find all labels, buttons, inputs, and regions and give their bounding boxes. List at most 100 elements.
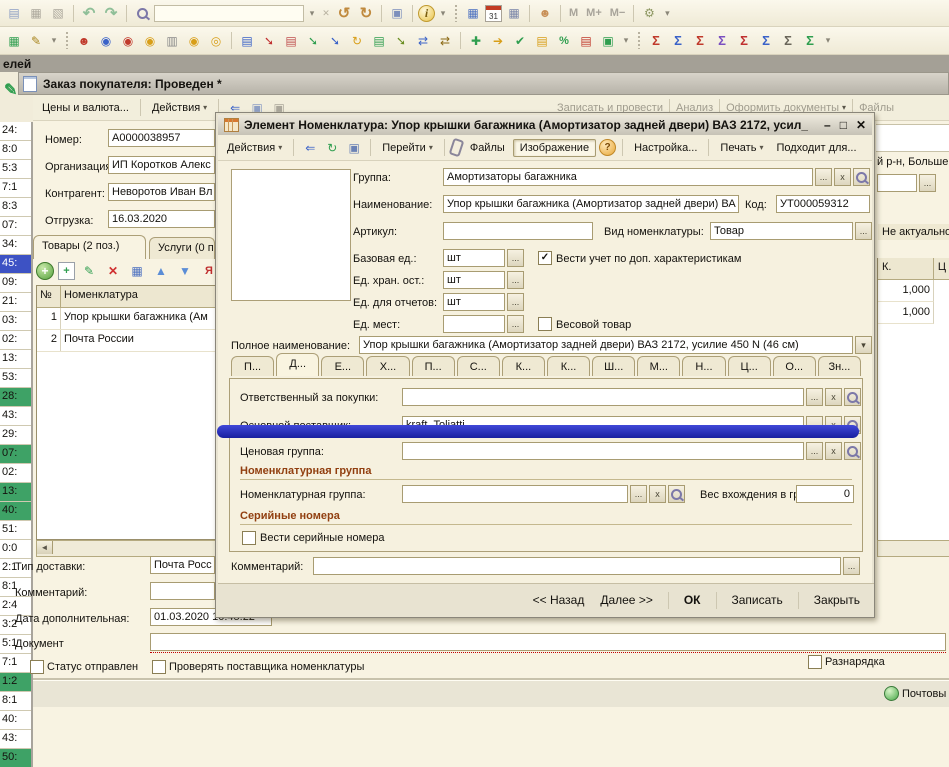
list-item[interactable]: 40: [0, 711, 31, 730]
copy-row-icon[interactable]: + [58, 262, 75, 280]
responsible-ellipsis-button[interactable]: ... [806, 388, 823, 406]
list-item[interactable]: 02: [0, 464, 31, 483]
list-item[interactable]: 51: [0, 521, 31, 540]
dialog-tab[interactable]: М... [637, 356, 680, 376]
goods-receipt-icon[interactable]: ➘ [303, 31, 323, 50]
tab-services[interactable]: Услуги (0 поз [149, 237, 215, 259]
kind-field[interactable]: Товар [710, 222, 853, 240]
buyer-order-icon[interactable]: ☻ [74, 31, 94, 50]
coins-doc-icon[interactable]: ▤ [532, 31, 552, 50]
clear-search-icon[interactable]: ✕ [320, 4, 332, 23]
full-name-dropdown-button[interactable]: ▾ [855, 336, 872, 354]
dialog-tab[interactable]: К... [547, 356, 590, 376]
undo-icon[interactable]: ↶ [79, 4, 99, 23]
copy-windows-icon[interactable]: ▣ [387, 4, 407, 23]
dialog-comment-field[interactable] [313, 557, 841, 575]
name-field[interactable]: Упор крышки багажника (Амортизатор задне… [443, 195, 739, 213]
move-down-icon[interactable]: ▼ [175, 262, 195, 281]
copy-add-icon[interactable]: ▣ [344, 138, 364, 157]
table-row[interactable]: 1 Упор крышки багажника (Ам [37, 308, 216, 330]
paste-icon[interactable]: ▤ [4, 4, 24, 23]
memory-plus-icon[interactable]: M+ [583, 4, 605, 23]
image-button[interactable]: Изображение [513, 139, 596, 157]
reports-caret-icon[interactable]: ▾ [822, 31, 834, 50]
report-customers-icon[interactable]: Σ [690, 31, 710, 50]
responsible-open-button[interactable] [844, 388, 861, 406]
calendar-icon[interactable]: 31 [485, 5, 502, 22]
list-item[interactable]: 1:2 [0, 673, 31, 692]
list-item[interactable]: 0:0 [0, 540, 31, 559]
dialog-tab[interactable]: О... [773, 356, 816, 376]
ok-button[interactable]: ОК [680, 591, 705, 609]
redo-icon[interactable]: ↷ [101, 4, 121, 23]
edit-row-icon[interactable]: ✎ [79, 262, 99, 281]
refresh-icon[interactable]: ↻ [322, 138, 342, 157]
add-row-icon[interactable]: + [36, 262, 54, 280]
list-item[interactable]: 21: [0, 293, 31, 312]
nom-group-clear-button[interactable]: x [649, 485, 666, 503]
cash-desk-icon[interactable]: ▦ [4, 31, 24, 50]
end-edit-icon[interactable]: ▦ [127, 262, 147, 281]
tools-caret-icon[interactable]: ▾ [661, 4, 673, 23]
list-item[interactable]: 29: [0, 426, 31, 445]
price-group-clear-button[interactable]: x [825, 442, 842, 460]
dialog-tab[interactable]: Н... [682, 356, 725, 376]
report-check-icon[interactable]: Σ [800, 31, 820, 50]
dialog-actions-button[interactable]: Действия▾ [222, 140, 287, 156]
organization-field[interactable]: ИП Коротков Алекс [108, 156, 215, 174]
buyer-invoice-icon[interactable]: ▤ [237, 31, 257, 50]
go-to-button[interactable]: Перейти▾ [377, 140, 438, 156]
report-orders-icon[interactable]: Σ [668, 31, 688, 50]
dialog-tab[interactable]: С... [457, 356, 500, 376]
price-group-field[interactable] [402, 442, 804, 460]
code-field[interactable]: УТ000059312 [776, 195, 870, 213]
report-list-icon[interactable]: Σ [778, 31, 798, 50]
responsible-clear-button[interactable]: x [825, 388, 842, 406]
memory-recall-icon[interactable]: M [566, 4, 581, 23]
list-item[interactable]: 5:3 [0, 160, 31, 179]
ellipsis-button[interactable]: ... [919, 174, 936, 192]
report-sales-icon[interactable]: Σ [646, 31, 666, 50]
article-field[interactable] [443, 222, 593, 240]
plan-grid-icon[interactable]: ▣ [598, 31, 618, 50]
goods-issue-icon[interactable]: ➘ [259, 31, 279, 50]
kind-ellipsis-button[interactable]: ... [855, 222, 872, 240]
group-ellipsis-button[interactable]: ... [815, 168, 832, 186]
list-item[interactable]: 8:3 [0, 198, 31, 217]
person-doc-icon[interactable]: ▤ [576, 31, 596, 50]
money-edit-icon[interactable]: ✎ [26, 31, 46, 50]
print-icon[interactable]: ▦ [26, 4, 46, 23]
coins-small-icon[interactable]: ◎ [206, 31, 226, 50]
list-item[interactable]: 7:1 [0, 179, 31, 198]
list-item[interactable]: 03: [0, 312, 31, 331]
report-flag-blue-icon[interactable]: Σ [756, 31, 776, 50]
save-button[interactable]: Записать [728, 591, 787, 609]
list-item[interactable]: 34: [0, 236, 31, 255]
item-image-placeholder[interactable] [231, 169, 351, 301]
tab-goods[interactable]: Товары (2 поз.) [33, 235, 146, 259]
back-button[interactable]: << Назад [529, 591, 589, 609]
list-item[interactable]: 43: [0, 407, 31, 426]
price-group-open-button[interactable] [844, 442, 861, 460]
list-item[interactable]: 43: [0, 730, 31, 749]
org-payment-icon[interactable]: ▤ [369, 31, 389, 50]
doc-exchange-icon[interactable]: ⇄ [413, 31, 433, 50]
order-actions-button[interactable]: Действия▾ [147, 100, 212, 116]
list-item[interactable]: 07: [0, 445, 31, 464]
report-flag-violet-icon[interactable]: Σ [712, 31, 732, 50]
doc-transfer-icon[interactable]: ➘ [391, 31, 411, 50]
add-coins-icon[interactable]: ✚ [466, 31, 486, 50]
contragent-field[interactable]: Неворотов Иван Вл [108, 183, 215, 201]
nom-group-ellipsis-button[interactable]: ... [630, 485, 647, 503]
list-item[interactable]: 8:0 [0, 141, 31, 160]
unit-place-ellipsis-button[interactable]: ... [507, 315, 524, 333]
unit-report-field[interactable]: шт [443, 293, 505, 311]
prices-currency-button[interactable]: Цены и валюта... [37, 100, 134, 116]
table-icon[interactable]: ▦ [463, 4, 483, 23]
wrench-icon[interactable]: ⚙ [639, 4, 659, 23]
list-item[interactable]: 09: [0, 274, 31, 293]
delivery-type-field[interactable]: Почта Росс [150, 556, 215, 574]
base-unit-field[interactable]: шт [443, 249, 505, 267]
responsible-field[interactable] [402, 388, 804, 406]
list-item[interactable]: 13: [0, 350, 31, 369]
